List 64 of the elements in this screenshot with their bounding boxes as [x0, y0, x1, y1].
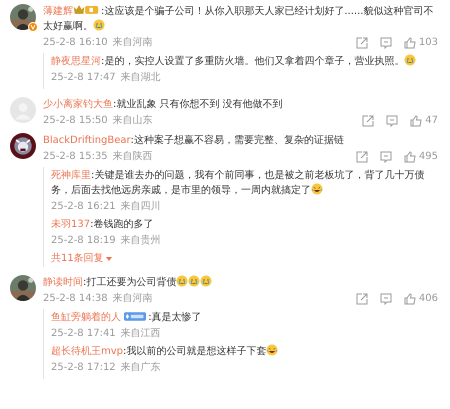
thumbs-up-icon	[410, 114, 422, 126]
username-link[interactable]: 静读时间	[43, 277, 83, 288]
comment-icon[interactable]	[380, 292, 392, 304]
reply-time: 25-2-8 17:41	[51, 327, 116, 341]
reply-time: 25-2-8 18:19	[51, 234, 116, 248]
username-link[interactable]: 静夜思星河	[51, 56, 101, 67]
share-icon[interactable]	[356, 36, 368, 48]
crying-emoji-icon	[200, 275, 212, 287]
comment-location: 来自河南	[112, 36, 153, 50]
username-link[interactable]: 死神库里	[51, 170, 91, 181]
comment-text: 薄建辉 :这应该是个骗子公司！从你入职那天人家已经计划好了......貌似这种官司不太好赢啊。	[43, 4, 434, 34]
reply-time: 25-2-8 16:21	[51, 200, 116, 214]
reply-location: 来自广东	[120, 360, 161, 375]
comment-time: 25-2-8 16:10	[43, 36, 108, 50]
reply-location: 来自江西	[120, 326, 161, 341]
crying-emoji-icon	[404, 54, 416, 66]
crying-emoji-icon	[176, 275, 188, 287]
reply-location: 来自贵州	[120, 234, 161, 248]
share-icon[interactable]	[356, 292, 368, 304]
like-button[interactable]: 103	[404, 35, 438, 50]
comment-location: 来自陕西	[112, 150, 153, 164]
reply-location: 来自四川	[120, 200, 161, 214]
comment-location: 来自河南	[112, 292, 153, 306]
caret-icon	[106, 256, 112, 260]
comment-time: 25-2-8 15:50	[43, 114, 108, 128]
share-icon[interactable]	[362, 114, 374, 126]
thumbs-up-icon	[404, 150, 416, 162]
comment-time: 25-2-8 14:38	[43, 292, 108, 306]
reply-time: 25-2-8 17:12	[51, 361, 116, 375]
comment-text: BlackDriftingBear:这种案子想赢不容易，需要完整、复杂的证据链	[43, 134, 345, 148]
reply-time: 25-2-8 17:47	[51, 71, 116, 85]
crying-emoji-icon	[188, 275, 200, 287]
thumbs-up-icon	[404, 292, 416, 304]
reply-text: 鱼缸旁躺着的人 :真是太惨了	[51, 310, 203, 325]
reply-text: 死神库里:关键是谁去办的问题，我有个前同事，也是被之前老板坑了，背了几十万债务，后面去找他远房亲戚，是市里的领导，一周内就搞定了	[51, 168, 426, 198]
crying-emoji-icon	[93, 19, 105, 31]
username-link[interactable]: 未羽137	[51, 219, 90, 230]
reply-text: 超长待机王mvp:我以前的公司就是想这样子下套	[51, 344, 438, 359]
username-link[interactable]: BlackDriftingBear	[43, 135, 130, 146]
more-replies-link[interactable]: 共11条回复	[51, 251, 438, 266]
fan-badge-icon	[124, 312, 146, 321]
comment-location: 来自山东	[112, 114, 153, 128]
crown-badge-icon	[73, 4, 99, 15]
username-link[interactable]: 薄建辉	[43, 6, 73, 17]
reply-location: 来自湖北	[120, 70, 161, 85]
verified-icon	[28, 22, 38, 32]
comment-icon[interactable]	[386, 114, 398, 126]
like-button[interactable]: 495	[404, 149, 438, 164]
username-link[interactable]: 少小离家钓大鱼	[43, 99, 113, 110]
username-link[interactable]: 超长待机王mvp	[51, 346, 124, 357]
share-icon[interactable]	[356, 150, 368, 162]
thumbs-up-icon	[404, 36, 416, 48]
reply-text: 未羽137:卷钱跑的多了	[51, 218, 154, 232]
comment-time: 25-2-8 15:35	[43, 150, 108, 164]
comment-icon[interactable]	[380, 36, 392, 48]
like-button[interactable]: 47	[410, 113, 438, 128]
like-button[interactable]: 406	[404, 291, 438, 306]
reply-text: 静夜思星河:是的，实控人设置了多重防火墙。他们又拿着四个章子，营业执照。	[51, 54, 438, 69]
comment-icon[interactable]	[380, 150, 392, 162]
comment-text: 静读时间:打工还要为公司背债	[43, 275, 438, 290]
laughing-emoji-icon	[311, 183, 323, 195]
comment-text: 少小离家钓大鱼:就业乱象 只有你想不到 没有他做不到	[43, 98, 284, 112]
laughing-emoji-icon	[266, 344, 278, 356]
username-link[interactable]: 鱼缸旁躺着的人	[51, 312, 121, 323]
